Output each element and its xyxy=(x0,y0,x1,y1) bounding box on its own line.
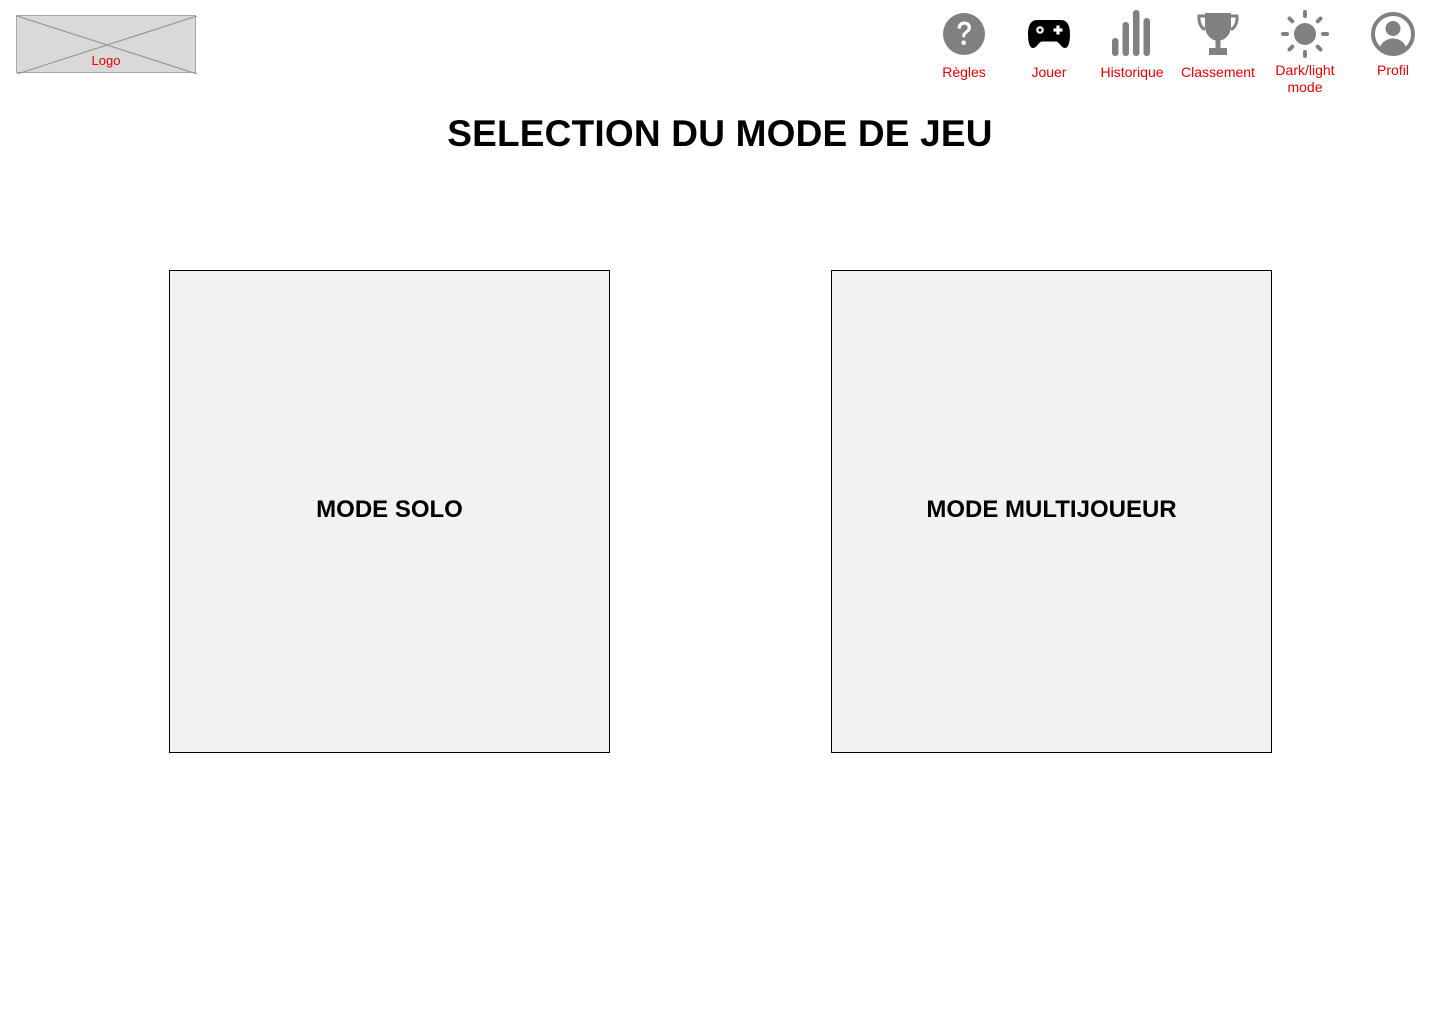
mode-solo-card[interactable]: MODE SOLO xyxy=(169,270,610,753)
mode-solo-label: MODE SOLO xyxy=(316,495,463,523)
bar-chart-icon xyxy=(1112,10,1150,56)
mode-multijoueur-card[interactable]: MODE MULTIJOUEUR xyxy=(831,270,1272,753)
user-circle-icon xyxy=(1371,12,1415,56)
nav-item-profil[interactable]: Profil xyxy=(1348,10,1438,79)
nav-item-classement[interactable]: Classement xyxy=(1173,10,1263,81)
nav-item-jouer[interactable]: Jouer xyxy=(1004,10,1094,81)
logo-label: Logo xyxy=(91,53,121,68)
nav-label-profil: Profil xyxy=(1377,62,1409,78)
nav-label-jouer: Jouer xyxy=(1031,64,1067,80)
help-icon xyxy=(943,13,985,55)
nav-label-regles: Règles xyxy=(942,64,986,80)
gamepad-icon xyxy=(1028,20,1070,48)
mode-multijoueur-label: MODE MULTIJOUEUR xyxy=(926,495,1177,523)
nav-label-classement: Classement xyxy=(1181,64,1255,80)
nav-item-historique[interactable]: Historique xyxy=(1087,10,1177,81)
nav-label-historique: Historique xyxy=(1100,64,1164,80)
sun-icon xyxy=(1281,10,1329,58)
trophy-icon xyxy=(1197,13,1239,55)
page: Logo Règles Jouer Historique Classement … xyxy=(0,0,1440,1024)
nav-item-regles[interactable]: Règles xyxy=(919,10,1009,81)
page-title: SELECTION DU MODE DE JEU xyxy=(447,113,993,154)
nav-item-dark-light-mode[interactable]: Dark/light mode xyxy=(1259,10,1351,96)
nav-label-dark-light-mode: Dark/light mode xyxy=(1275,62,1335,95)
logo-placeholder[interactable]: Logo xyxy=(16,15,197,74)
